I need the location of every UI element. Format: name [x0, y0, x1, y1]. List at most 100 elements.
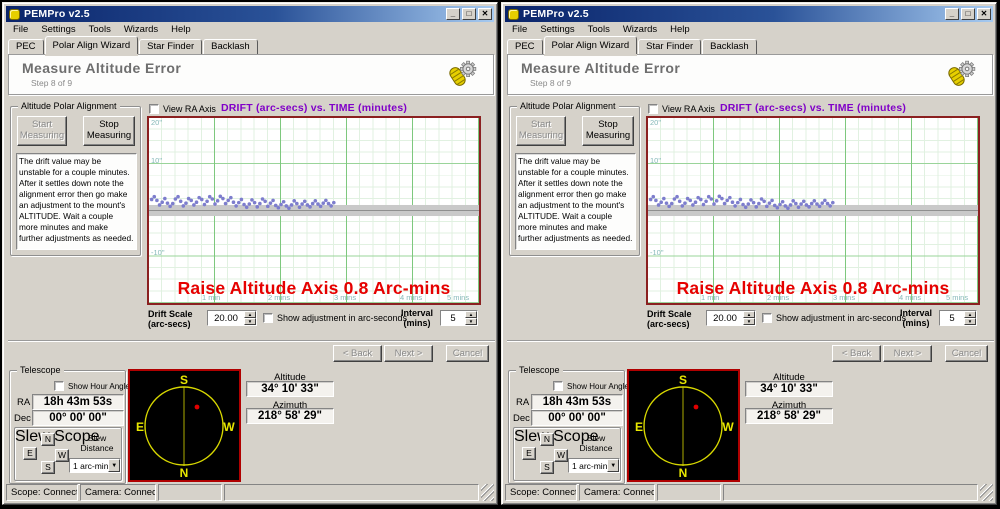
interval-value[interactable]: 5: [940, 313, 964, 324]
window-title: PEMPro v2.5: [24, 8, 444, 20]
start-measuring-button[interactable]: Start Measuring: [516, 116, 566, 146]
menu-file[interactable]: File: [512, 24, 527, 35]
tab-backlash[interactable]: Backlash: [702, 39, 757, 54]
show-adjustment-row: Show adjustment in arc-seconds: [762, 313, 906, 323]
slew-south-button[interactable]: S: [41, 461, 55, 474]
compass-east-label: E: [635, 420, 643, 434]
y-axis-tick-label: 10": [650, 156, 661, 165]
interval-down-icon[interactable]: ▼: [465, 318, 477, 325]
page-title: Measure Altitude Error: [521, 60, 680, 76]
divider: [8, 340, 495, 342]
drift-scale-down-icon[interactable]: ▼: [743, 318, 755, 325]
interval-spinner: 5 ▲ ▼: [939, 310, 977, 326]
resize-grip[interactable]: [481, 484, 494, 501]
show-hour-angle-checkbox[interactable]: [54, 381, 64, 391]
telescope-group-label: Telescope: [17, 365, 64, 375]
app-icon: [9, 9, 20, 20]
dec-label: Dec: [513, 413, 530, 424]
stop-measuring-button[interactable]: Stop Measuring: [83, 116, 135, 146]
interval-spinner: 5 ▲ ▼: [440, 310, 478, 326]
drift-scale-down-icon[interactable]: ▼: [244, 318, 256, 325]
tab-polar-align-wizard[interactable]: Polar Align Wizard: [544, 36, 638, 54]
altitude-value: 34° 10' 33": [745, 381, 833, 397]
menu-settings[interactable]: Settings: [41, 24, 75, 35]
slew-west-button[interactable]: W: [554, 449, 568, 462]
slew-south-button[interactable]: S: [540, 461, 554, 474]
tab-strip: PEC Polar Align Wizard Star Finder Backl…: [505, 36, 993, 54]
show-adjustment-checkbox[interactable]: [263, 313, 273, 323]
slew-distance-dropdown[interactable]: 1 arc-min ▼: [69, 458, 121, 473]
interval-up-icon[interactable]: ▲: [964, 311, 976, 318]
minimize-button[interactable]: _: [945, 8, 959, 20]
tab-star-finder[interactable]: Star Finder: [139, 39, 202, 54]
interval-value[interactable]: 5: [441, 313, 465, 324]
show-hour-angle-label: Show Hour Angle: [567, 382, 629, 391]
interval-down-icon[interactable]: ▼: [964, 318, 976, 325]
menu-help[interactable]: Help: [670, 24, 690, 35]
slew-west-button[interactable]: W: [55, 449, 69, 462]
tab-backlash[interactable]: Backlash: [203, 39, 258, 54]
back-button[interactable]: < Back: [832, 345, 881, 362]
ra-value: 18h 43m 53s: [32, 394, 124, 410]
interval-label: Interval (mins): [397, 308, 437, 329]
compass-north-label: N: [679, 466, 688, 480]
tab-pec[interactable]: PEC: [507, 39, 543, 54]
status-panel-4: [224, 484, 479, 501]
star-position-dot: [694, 405, 699, 410]
tab-star-finder[interactable]: Star Finder: [638, 39, 701, 54]
dropdown-arrow-icon[interactable]: ▼: [607, 459, 619, 472]
title-bar[interactable]: PEMPro v2.5 _ □ ✕: [6, 6, 494, 22]
next-button[interactable]: Next >: [384, 345, 433, 362]
slew-east-button[interactable]: E: [522, 447, 536, 460]
drift-scale-up-icon[interactable]: ▲: [244, 311, 256, 318]
slew-distance-label: Slew Distance: [574, 434, 618, 454]
drift-scale-value[interactable]: 20.00: [707, 313, 743, 324]
cancel-button[interactable]: Cancel: [945, 345, 988, 362]
title-bar[interactable]: PEMPro v2.5 _ □ ✕: [505, 6, 993, 22]
camera-status: Camera: Connected: [579, 484, 655, 501]
close-button[interactable]: ✕: [977, 8, 991, 20]
menu-bar: File Settings Tools Wizards Help: [6, 23, 494, 36]
menu-wizards[interactable]: Wizards: [124, 24, 158, 35]
menu-settings[interactable]: Settings: [540, 24, 574, 35]
tab-polar-align-wizard[interactable]: Polar Align Wizard: [45, 36, 139, 54]
back-button[interactable]: < Back: [333, 345, 382, 362]
show-hour-angle-checkbox[interactable]: [553, 381, 563, 391]
close-button[interactable]: ✕: [478, 8, 492, 20]
resize-grip[interactable]: [980, 484, 993, 501]
menu-tools[interactable]: Tools: [89, 24, 111, 35]
drift-scale-value[interactable]: 20.00: [208, 313, 244, 324]
stop-measuring-button[interactable]: Stop Measuring: [582, 116, 634, 146]
tab-pec[interactable]: PEC: [8, 39, 44, 54]
y-axis-tick-label: -10": [650, 248, 664, 257]
menu-wizards[interactable]: Wizards: [623, 24, 657, 35]
hour-angle-row: Show Hour Angle: [54, 381, 130, 391]
adjustment-annotation: Raise Altitude Axis 0.8 Arc-mins: [648, 278, 978, 299]
slew-north-button[interactable]: N: [540, 433, 554, 446]
show-adjustment-checkbox[interactable]: [762, 313, 772, 323]
compass-west-label: W: [722, 420, 734, 434]
menu-tools[interactable]: Tools: [588, 24, 610, 35]
telescope-group: Telescope Show Hour Angle RA 18h 43m 53s…: [9, 370, 126, 484]
status-bar: Scope: Connected Camera: Connected: [505, 482, 993, 501]
start-measuring-button[interactable]: Start Measuring: [17, 116, 67, 146]
dec-value: 00° 00' 00": [531, 410, 623, 426]
maximize-button[interactable]: □: [961, 8, 975, 20]
slew-east-button[interactable]: E: [23, 447, 37, 460]
slew-north-button[interactable]: N: [41, 433, 55, 446]
status-panel-3: [158, 484, 222, 501]
slew-distance-dropdown[interactable]: 1 arc-min ▼: [568, 458, 620, 473]
menu-help[interactable]: Help: [171, 24, 191, 35]
drift-chart: Raise Altitude Axis 0.8 Arc-mins 20"10"-…: [646, 116, 980, 305]
dropdown-arrow-icon[interactable]: ▼: [108, 459, 120, 472]
camera-status: Camera: Connected: [80, 484, 156, 501]
drift-scale-up-icon[interactable]: ▲: [743, 311, 755, 318]
window-title: PEMPro v2.5: [523, 8, 943, 20]
interval-up-icon[interactable]: ▲: [465, 311, 477, 318]
y-axis-tick-label: 10": [151, 156, 162, 165]
cancel-button[interactable]: Cancel: [446, 345, 489, 362]
next-button[interactable]: Next >: [883, 345, 932, 362]
minimize-button[interactable]: _: [446, 8, 460, 20]
maximize-button[interactable]: □: [462, 8, 476, 20]
menu-file[interactable]: File: [13, 24, 28, 35]
